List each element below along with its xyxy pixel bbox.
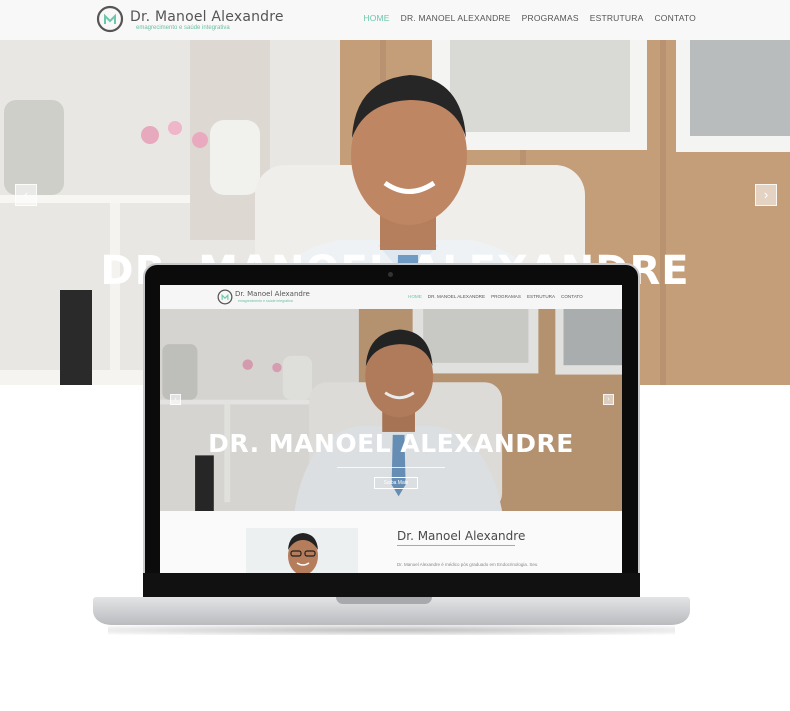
hero-next-arrow[interactable]: › bbox=[755, 184, 777, 206]
screen-about-section: Dr. Manoel Alexandre Dr. Manoel Alexandr… bbox=[160, 511, 622, 573]
laptop-camera bbox=[388, 272, 393, 277]
nav-item-estrutura[interactable]: ESTRUTURA bbox=[590, 13, 644, 23]
screen-nav-item-contato[interactable]: CONTATO bbox=[561, 294, 583, 299]
logo-mark-icon bbox=[96, 5, 124, 33]
screen-nav-item-dr-manoel-alexandre[interactable]: DR. MANOEL ALEXANDRE bbox=[428, 294, 485, 299]
screen-nav-item-estrutura[interactable]: ESTRUTURA bbox=[527, 294, 555, 299]
site-logo[interactable]: Dr. Manoel Alexandre emagrecimento e saú… bbox=[96, 5, 284, 33]
top-navbar: Dr. Manoel Alexandre emagrecimento e saú… bbox=[0, 0, 790, 40]
screen-hero-prev-arrow[interactable]: ‹ bbox=[170, 394, 181, 405]
laptop-notch bbox=[336, 597, 432, 604]
screen-about-divider bbox=[397, 545, 515, 546]
screen-about-title: Dr. Manoel Alexandre bbox=[397, 529, 526, 543]
hero-prev-arrow[interactable]: ‹ bbox=[15, 184, 37, 206]
screen-about-photo bbox=[246, 528, 358, 573]
screen-logo-tagline: emagrecimento e saúde integrativa bbox=[238, 299, 293, 303]
chevron-right-icon: › bbox=[763, 187, 769, 202]
screen-logo-name: Dr. Manoel Alexandre bbox=[235, 290, 310, 298]
laptop-shadow bbox=[108, 625, 675, 635]
nav-item-dr-manoel-alexandre[interactable]: DR. MANOEL ALEXANDRE bbox=[401, 13, 511, 23]
screen-site-logo[interactable]: Dr. Manoel Alexandre emagrecimento e saú… bbox=[217, 289, 310, 305]
screen-main-nav: HOME DR. MANOEL ALEXANDRE PROGRAMAS ESTR… bbox=[408, 294, 583, 299]
main-nav: HOME DR. MANOEL ALEXANDRE PROGRAMAS ESTR… bbox=[363, 13, 696, 23]
screen-logo-mark-icon bbox=[217, 289, 233, 305]
chevron-left-icon: ‹ bbox=[23, 187, 29, 202]
saiba-mais-button[interactable]: Saiba Mais bbox=[374, 477, 418, 489]
screen-hero-next-arrow[interactable]: › bbox=[603, 394, 614, 405]
screen-hero-title: DR. MANOEL ALEXANDRE bbox=[208, 429, 574, 458]
nav-item-programas[interactable]: PROGRAMAS bbox=[522, 13, 579, 23]
nav-item-home[interactable]: HOME bbox=[363, 13, 389, 23]
screen-nav-item-programas[interactable]: PROGRAMAS bbox=[491, 294, 521, 299]
screen-about-text: Dr. Manoel Alexandre é médico pós gradua… bbox=[397, 562, 538, 567]
screen-hero-divider bbox=[337, 467, 445, 468]
chevron-right-icon: › bbox=[607, 396, 610, 403]
nav-item-contato[interactable]: CONTATO bbox=[654, 13, 696, 23]
screen-navbar: Dr. Manoel Alexandre emagrecimento e saú… bbox=[160, 285, 622, 309]
logo-tagline: emagrecimento e saúde integrativa bbox=[136, 25, 230, 31]
laptop-screen: Dr. Manoel Alexandre emagrecimento e saú… bbox=[160, 285, 622, 573]
laptop-bezel-bottom bbox=[143, 573, 640, 597]
logo-name: Dr. Manoel Alexandre bbox=[130, 9, 284, 25]
screen-nav-item-home[interactable]: HOME bbox=[408, 294, 422, 299]
screen-hero-slider: ‹ › DR. MANOEL ALEXANDRE Saiba Mais bbox=[160, 309, 622, 511]
chevron-left-icon: ‹ bbox=[174, 396, 177, 403]
